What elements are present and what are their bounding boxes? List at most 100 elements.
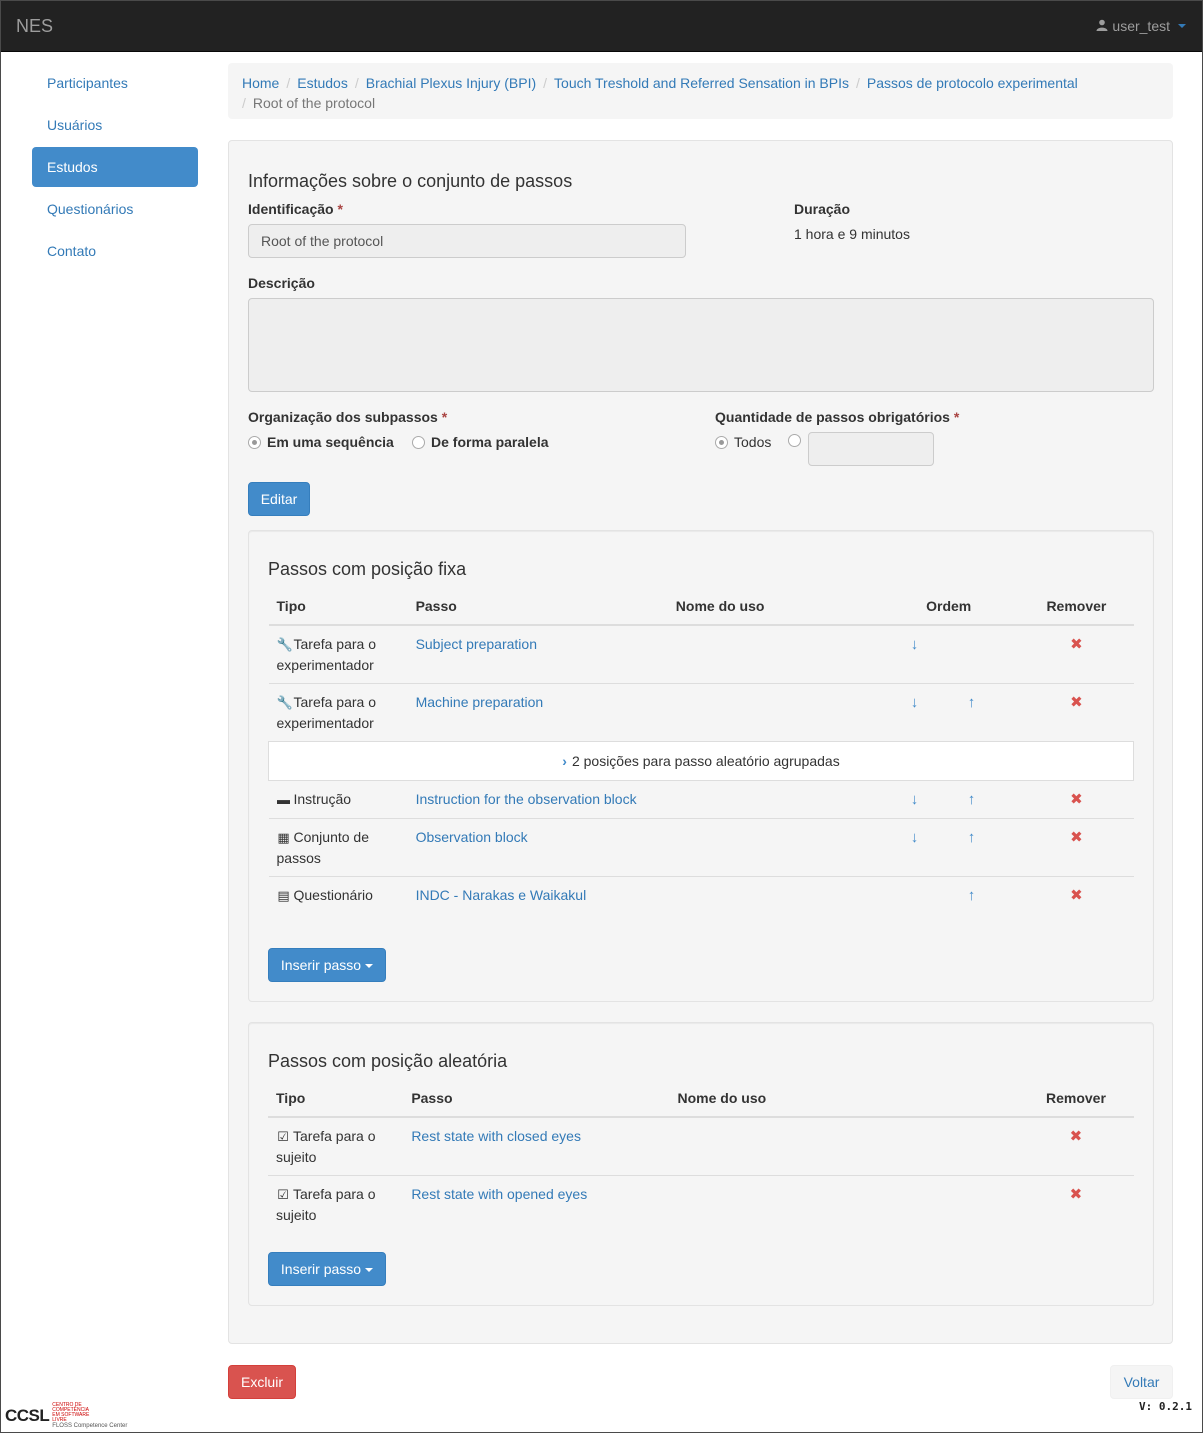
random-steps-table: Tipo Passo Nome do uso Remover ☑ Tarefa p… <box>268 1079 1134 1233</box>
random-steps-title: Passos com posição aleatória <box>268 1051 508 1071</box>
description-label: Descrição <box>248 275 315 291</box>
move-up-icon[interactable]: ↑ <box>943 886 1000 906</box>
sidebar-item-usuarios[interactable]: Usuários <box>32 105 198 145</box>
use-name <box>667 624 879 684</box>
step-type-label: Instrução <box>293 791 352 807</box>
step-link[interactable]: Observation block <box>416 829 528 845</box>
table-row: 🔧Tarefa para o experimentador Subject pr… <box>268 624 1134 684</box>
step-type-label: Tarefa para o sujeito <box>276 1186 376 1223</box>
edit-button[interactable]: Editar <box>248 482 310 516</box>
user-icon <box>1096 18 1108 34</box>
delete-button[interactable]: Excluir <box>228 1365 296 1399</box>
table-row: ☑ Tarefa para o sujeito Rest state with c… <box>268 1116 1134 1176</box>
random-group-row[interactable]: › 2 posições para passo aleatório agrupad… <box>268 741 1134 781</box>
remove-icon[interactable]: ✖ <box>1070 887 1083 904</box>
sidebar-item-contato[interactable]: Contato <box>32 231 198 271</box>
breadcrumb-experiment[interactable]: Touch Treshold and Referred Sensation in… <box>554 75 849 91</box>
use-name <box>667 780 879 819</box>
sidebar: Participantes Usuários Estudos Questioná… <box>32 63 198 273</box>
col-order: Ordem <box>878 587 1020 626</box>
ccsl-logo-tagline: FLOSS Competence Center <box>52 1423 128 1429</box>
move-down-icon[interactable]: ↓ <box>886 828 943 848</box>
move-down-icon[interactable]: ↓ <box>886 790 943 810</box>
quantity-field[interactable] <box>808 432 934 466</box>
organization-sequence-radio[interactable]: Em uma sequência <box>248 434 394 450</box>
step-link[interactable]: INDC - Narakas e Waikakul <box>416 887 587 903</box>
check-icon: ☑ <box>277 1129 289 1144</box>
check-icon: ☑ <box>277 1187 289 1202</box>
random-steps-panel: Passos com posição aleatória Tipo Passo … <box>248 1022 1154 1306</box>
step-set-form: Informações sobre o conjunto de passos I… <box>228 140 1173 1344</box>
col-remove: Remover <box>1017 1079 1134 1118</box>
move-up-icon[interactable]: ↑ <box>943 828 1000 848</box>
table-row: ▬ Instrução Instruction for the observati… <box>268 780 1134 819</box>
required-mark: * <box>441 409 448 425</box>
remove-icon[interactable]: ✖ <box>1070 636 1083 653</box>
step-type: ▬ Instrução <box>268 780 408 819</box>
fixed-steps-title: Passos com posição fixa <box>268 559 467 579</box>
organization-label-text: Organização dos subpassos <box>248 409 438 425</box>
move-down-icon[interactable]: ↓ <box>886 693 943 713</box>
required-mark: * <box>337 201 343 217</box>
sidebar-item-questionarios[interactable]: Questionários <box>32 189 198 229</box>
duration-label: Duração <box>794 201 851 217</box>
step-link[interactable]: Rest state with closed eyes <box>411 1128 581 1144</box>
breadcrumb-separator: / <box>855 75 860 91</box>
chevron-right-icon: › <box>562 753 567 769</box>
step-link[interactable]: Machine preparation <box>416 694 544 710</box>
brand-link[interactable]: NES <box>16 16 53 37</box>
identification-label-text: Identificação <box>248 201 334 217</box>
remove-icon[interactable]: ✖ <box>1070 791 1083 808</box>
quantity-custom-radio[interactable] <box>788 434 801 447</box>
table-row: ☑ Tarefa para o sujeito Rest state with o… <box>268 1175 1134 1233</box>
grid-icon: ▦ <box>277 830 290 845</box>
fixed-steps-table: Tipo Passo Nome do uso Ordem Remover 🔧Ta… <box>268 587 1134 914</box>
description-field[interactable] <box>248 298 1154 392</box>
caret-down-icon <box>1178 24 1186 28</box>
organization-label: Organização dos subpassos * <box>248 409 447 425</box>
col-type: Tipo <box>268 587 408 626</box>
top-navbar: NES user_test <box>1 1 1202 52</box>
remove-icon[interactable]: ✖ <box>1070 1186 1083 1203</box>
step-link[interactable]: Subject preparation <box>416 636 537 652</box>
step-link[interactable]: Rest state with opened eyes <box>411 1186 587 1202</box>
ccsl-logo-subtitle: CENTRO DE COMPETÊNCIA EM SOFTWARE LIVRE <box>52 1402 90 1423</box>
identification-label: Identificação * <box>248 201 343 217</box>
remove-icon[interactable]: ✖ <box>1070 1128 1083 1145</box>
ccsl-logo: CCSL CENTRO DE COMPETÊNCIA EM SOFTWARE L… <box>5 1402 128 1430</box>
remove-icon[interactable]: ✖ <box>1070 694 1083 711</box>
breadcrumb-study[interactable]: Brachial Plexus Injury (BPI) <box>366 75 536 91</box>
radio-checked-icon <box>715 435 728 449</box>
breadcrumb-estudos[interactable]: Estudos <box>297 75 348 91</box>
col-step: Passo <box>407 587 668 626</box>
col-use-name: Nome do uso <box>667 587 879 626</box>
ccsl-logo-text: CCSL <box>5 1406 50 1425</box>
organization-parallel-radio[interactable]: De forma paralela <box>412 434 549 450</box>
quantity-all-radio[interactable]: Todos <box>715 434 771 450</box>
move-down-icon[interactable]: ↓ <box>886 635 943 655</box>
move-up-icon[interactable]: ↑ <box>943 790 1000 810</box>
step-type: 🔧Tarefa para o experimentador <box>268 624 408 684</box>
breadcrumb-home[interactable]: Home <box>242 75 279 91</box>
wrench-icon: 🔧 <box>276 637 293 652</box>
sidebar-item-estudos[interactable]: Estudos <box>32 147 198 187</box>
user-menu[interactable]: user_test <box>1096 18 1186 34</box>
wrench-icon: 🔧 <box>276 695 293 710</box>
insert-random-step-button[interactable]: Inserir passo <box>268 1252 386 1286</box>
identification-field[interactable]: Root of the protocol <box>248 224 686 258</box>
insert-step-label: Inserir passo <box>280 957 362 973</box>
duration-value: 1 hora e 9 minutos <box>794 226 910 242</box>
breadcrumb-separator: / <box>242 95 246 111</box>
remove-icon[interactable]: ✖ <box>1070 829 1083 846</box>
step-link[interactable]: Instruction for the observation block <box>416 791 637 807</box>
sidebar-item-participantes[interactable]: Participantes <box>32 63 198 103</box>
use-name <box>667 818 879 877</box>
back-button[interactable]: Voltar <box>1110 1365 1173 1399</box>
step-type-label: Questionário <box>293 887 373 903</box>
step-type: ☑ Tarefa para o sujeito <box>268 1175 404 1233</box>
list-icon: ▤ <box>277 888 290 903</box>
breadcrumb-protocol-steps[interactable]: Passos de protocolo experimental <box>867 75 1078 91</box>
insert-step-button[interactable]: Inserir passo <box>268 948 386 982</box>
move-up-icon[interactable]: ↑ <box>943 693 1000 713</box>
use-name <box>667 876 879 914</box>
